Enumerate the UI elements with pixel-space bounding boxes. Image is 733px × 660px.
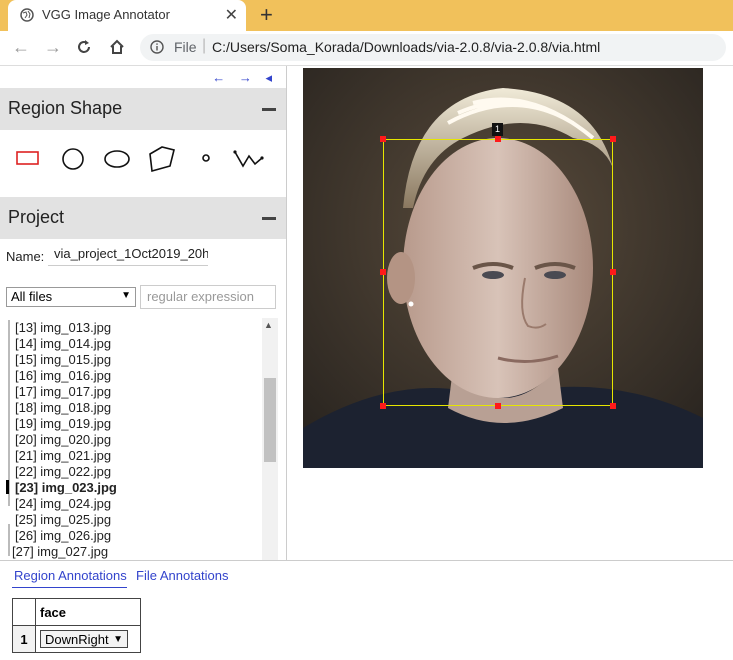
resize-handle[interactable]	[610, 136, 616, 142]
row-index: 1	[12, 625, 36, 653]
collapse-section-icon[interactable]	[262, 217, 276, 220]
chevron-down-icon: ▼	[113, 634, 123, 645]
file-list-item[interactable]: [22] img_022.jpg	[15, 464, 111, 479]
face-value-cell: DownRight ▼	[35, 625, 141, 653]
regex-filter-input[interactable]: regular expression	[140, 285, 276, 309]
table-row: 1 DownRight ▼	[12, 625, 141, 653]
image-canvas[interactable]: 1	[303, 68, 703, 468]
file-filter-select[interactable]: All files ▼	[6, 287, 136, 307]
file-list-item[interactable]: [24] img_024.jpg	[15, 496, 111, 511]
tab-title: VGG Image Annotator	[42, 7, 170, 22]
project-title: Project	[8, 207, 65, 227]
file-list-item[interactable]: [21] img_021.jpg	[15, 448, 111, 463]
file-list: [13] img_013.jpg [14] img_014.jpg [15] i…	[4, 318, 279, 560]
file-list-item[interactable]: [20] img_020.jpg	[15, 432, 111, 447]
resize-handle[interactable]	[380, 136, 386, 142]
left-sidebar: ← → ◂ Region Shape Project Name: via_pro…	[0, 66, 287, 560]
resize-handle[interactable]	[380, 269, 386, 275]
list-left-rule	[8, 320, 10, 506]
forward-arrow-icon[interactable]: →	[44, 37, 62, 58]
new-tab-button[interactable]: +	[260, 2, 273, 28]
project-name-input[interactable]: via_project_1Oct2019_20h	[48, 246, 208, 266]
bounding-box-region[interactable]	[383, 139, 613, 406]
reload-icon[interactable]	[76, 39, 92, 55]
active-tab-underline	[12, 587, 127, 588]
back-arrow-icon[interactable]: ←	[12, 37, 30, 58]
address-scheme-label: File	[174, 39, 197, 55]
table-header-row: face	[12, 598, 141, 626]
chevron-down-icon: ▼	[121, 290, 131, 301]
file-list-item[interactable]: [14] img_014.jpg	[15, 336, 111, 351]
project-name-label: Name:	[6, 249, 45, 264]
annotation-editor: Region Annotations File Annotations face…	[0, 560, 733, 660]
collapse-sidebar-icon[interactable]: ◂	[265, 70, 272, 85]
current-file-marker	[6, 480, 9, 494]
next-image-icon[interactable]: →	[239, 70, 252, 85]
scroll-up-icon[interactable]: ▲	[264, 320, 273, 330]
file-filter-value: All files	[11, 289, 53, 304]
face-attribute-value: DownRight	[45, 632, 109, 647]
region-shape-title: Region Shape	[8, 98, 123, 118]
address-separator: |	[202, 37, 207, 54]
polygon-shape-icon[interactable]	[146, 144, 178, 174]
browser-tab-bar: VGG Image Annotator ✕ +	[0, 0, 733, 31]
resize-handle[interactable]	[610, 403, 616, 409]
resize-handle[interactable]	[380, 403, 386, 409]
region-attribute-table: face 1 DownRight ▼	[12, 598, 141, 653]
shape-toolbar	[0, 134, 286, 186]
region-id-label: 1	[492, 123, 503, 136]
column-header-face: face	[35, 598, 141, 626]
file-list-item[interactable]: [18] img_018.jpg	[15, 400, 111, 415]
home-icon[interactable]	[108, 38, 126, 56]
image-nav-arrows: ← → ◂	[202, 70, 272, 86]
file-list-item-current[interactable]: [23] img_023.jpg	[15, 480, 117, 495]
browser-tab[interactable]: VGG Image Annotator ✕	[8, 0, 246, 31]
tab-region-annotations[interactable]: Region Annotations	[14, 568, 127, 583]
file-list-item[interactable]: [13] img_013.jpg	[15, 320, 111, 335]
face-attribute-dropdown[interactable]: DownRight ▼	[40, 630, 128, 648]
file-list-item[interactable]: [16] img_016.jpg	[15, 368, 111, 383]
file-list-item[interactable]: [15] img_015.jpg	[15, 352, 111, 367]
globe-icon	[20, 8, 34, 22]
prev-image-icon[interactable]: ←	[212, 70, 225, 85]
scrollbar-thumb[interactable]	[264, 378, 276, 462]
rectangle-shape-icon[interactable]	[14, 146, 42, 170]
point-shape-icon[interactable]	[200, 152, 212, 164]
address-url[interactable]: C:/Users/Soma_Korada/Downloads/via-2.0.8…	[212, 39, 600, 55]
resize-handle[interactable]	[495, 136, 501, 142]
navigation-bar: ← → File | C:/Users/Soma_Korada/Download…	[0, 31, 733, 66]
region-shape-header[interactable]: Region Shape	[0, 88, 286, 130]
collapse-section-icon[interactable]	[262, 108, 276, 111]
circle-shape-icon[interactable]	[60, 146, 86, 172]
file-list-item[interactable]: [19] img_019.jpg	[15, 416, 111, 431]
resize-handle[interactable]	[495, 403, 501, 409]
polyline-shape-icon[interactable]	[232, 146, 266, 170]
info-icon[interactable]	[150, 40, 164, 54]
file-list-item[interactable]: [27] img_027.jpg	[12, 544, 108, 559]
tab-file-annotations[interactable]: File Annotations	[136, 568, 229, 583]
file-list-item[interactable]: [17] img_017.jpg	[15, 384, 111, 399]
address-bar[interactable]: File | C:/Users/Soma_Korada/Downloads/vi…	[140, 34, 726, 61]
list-left-rule	[8, 524, 10, 556]
ellipse-shape-icon[interactable]	[102, 146, 132, 172]
file-list-item[interactable]: [26] img_026.jpg	[15, 528, 111, 543]
table-corner-cell	[12, 598, 36, 626]
resize-handle[interactable]	[610, 269, 616, 275]
project-header[interactable]: Project	[0, 197, 286, 239]
close-tab-icon[interactable]: ✕	[225, 5, 238, 25]
file-list-scrollbar[interactable]: ▲	[262, 318, 278, 560]
file-list-item[interactable]: [25] img_025.jpg	[15, 512, 111, 527]
